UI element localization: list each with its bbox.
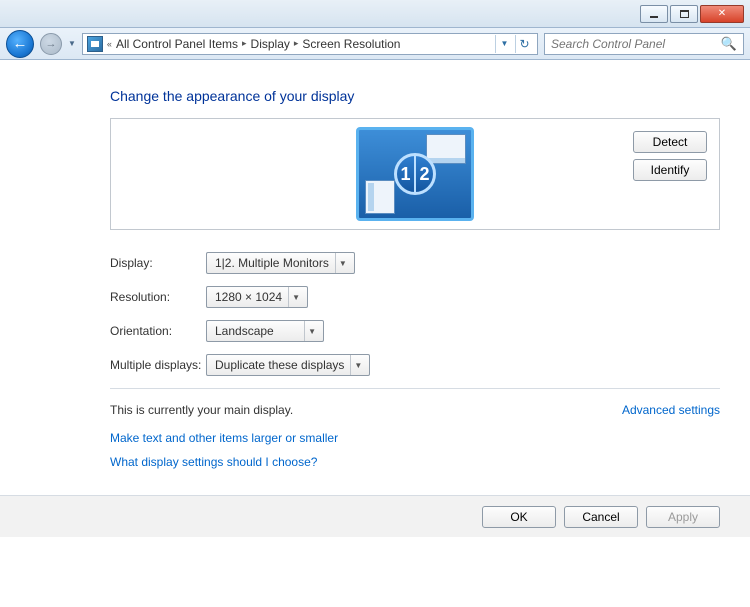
minimize-button[interactable] — [640, 5, 668, 23]
back-button[interactable]: ← — [6, 30, 34, 58]
close-icon: ✕ — [718, 8, 726, 19]
chevron-down-icon: ▼ — [288, 287, 303, 307]
nav-history-dropdown[interactable]: ▼ — [68, 39, 76, 48]
crumb-all-items[interactable]: All Control Panel Items — [116, 37, 238, 51]
chevron-right-icon: ▸ — [242, 38, 247, 49]
monitor-id-badge: 1 2 — [394, 153, 436, 195]
crumb-screen-resolution[interactable]: Screen Resolution — [302, 37, 400, 51]
apply-button: Apply — [646, 506, 720, 528]
ok-button[interactable]: OK — [482, 506, 556, 528]
orientation-value: Landscape — [215, 324, 298, 338]
arrow-right-icon: → — [46, 38, 57, 50]
minimize-icon — [650, 16, 658, 18]
detect-button[interactable]: Detect — [633, 131, 707, 153]
resolution-combo[interactable]: 1280 × 1024 ▼ — [206, 286, 308, 308]
multiple-displays-row: Multiple displays: Duplicate these displ… — [110, 354, 720, 376]
display-value: 1|2. Multiple Monitors — [215, 256, 329, 270]
mini-screen-bottom — [365, 180, 395, 214]
multiple-displays-label: Multiple displays: — [110, 358, 206, 372]
main-display-note: This is currently your main display. — [110, 403, 293, 417]
multiple-displays-value: Duplicate these displays — [215, 358, 344, 372]
maximize-icon — [680, 10, 689, 18]
arrow-left-icon: ← — [13, 35, 28, 52]
crumb-display[interactable]: Display — [251, 37, 290, 51]
identify-button[interactable]: Identify — [633, 159, 707, 181]
chevron-down-icon: ▼ — [350, 355, 365, 375]
search-icon[interactable]: 🔍 — [721, 36, 737, 52]
chevron-down-icon: ▼ — [304, 321, 319, 341]
control-panel-icon — [87, 36, 103, 52]
chevron-down-icon: ▼ — [335, 253, 350, 273]
display-label: Display: — [110, 256, 206, 270]
resolution-value: 1280 × 1024 — [215, 290, 282, 304]
breadcrumb-back-icon[interactable]: « — [107, 39, 112, 49]
monitor-graphic[interactable]: 1 2 — [356, 127, 474, 221]
forward-button[interactable]: → — [40, 33, 62, 55]
main-display-note-row: This is currently your main display. Adv… — [110, 388, 720, 417]
orientation-row: Orientation: Landscape ▼ — [110, 320, 720, 342]
resolution-row: Resolution: 1280 × 1024 ▼ — [110, 286, 720, 308]
display-combo[interactable]: 1|2. Multiple Monitors ▼ — [206, 252, 355, 274]
titlebar: ✕ — [0, 0, 750, 28]
resolution-label: Resolution: — [110, 290, 206, 304]
close-button[interactable]: ✕ — [700, 5, 744, 23]
orientation-combo[interactable]: Landscape ▼ — [206, 320, 324, 342]
display-row: Display: 1|2. Multiple Monitors ▼ — [110, 252, 720, 274]
search-input[interactable] — [551, 37, 721, 51]
badge-1: 1 — [397, 156, 416, 192]
page-heading: Change the appearance of your display — [110, 88, 720, 104]
badge-2: 2 — [416, 156, 433, 192]
text-size-link[interactable]: Make text and other items larger or smal… — [110, 431, 720, 445]
address-dropdown[interactable]: ▼ — [495, 35, 513, 53]
display-preview-box: 1 2 Detect Identify — [110, 118, 720, 230]
address-bar[interactable]: « All Control Panel Items ▸ Display ▸ Sc… — [82, 33, 538, 55]
maximize-button[interactable] — [670, 5, 698, 23]
help-links: Make text and other items larger or smal… — [110, 431, 720, 469]
navbar: ← → ▼ « All Control Panel Items ▸ Displa… — [0, 28, 750, 60]
refresh-button[interactable]: ↻ — [515, 35, 533, 53]
cancel-button[interactable]: Cancel — [564, 506, 638, 528]
dialog-footer: OK Cancel Apply — [0, 495, 750, 537]
orientation-label: Orientation: — [110, 324, 206, 338]
multiple-displays-combo[interactable]: Duplicate these displays ▼ — [206, 354, 370, 376]
chevron-right-icon: ▸ — [294, 38, 299, 49]
content-area: Change the appearance of your display 1 … — [0, 60, 750, 469]
advanced-settings-link[interactable]: Advanced settings — [622, 403, 720, 417]
help-choose-link[interactable]: What display settings should I choose? — [110, 455, 720, 469]
search-box[interactable]: 🔍 — [544, 33, 744, 55]
